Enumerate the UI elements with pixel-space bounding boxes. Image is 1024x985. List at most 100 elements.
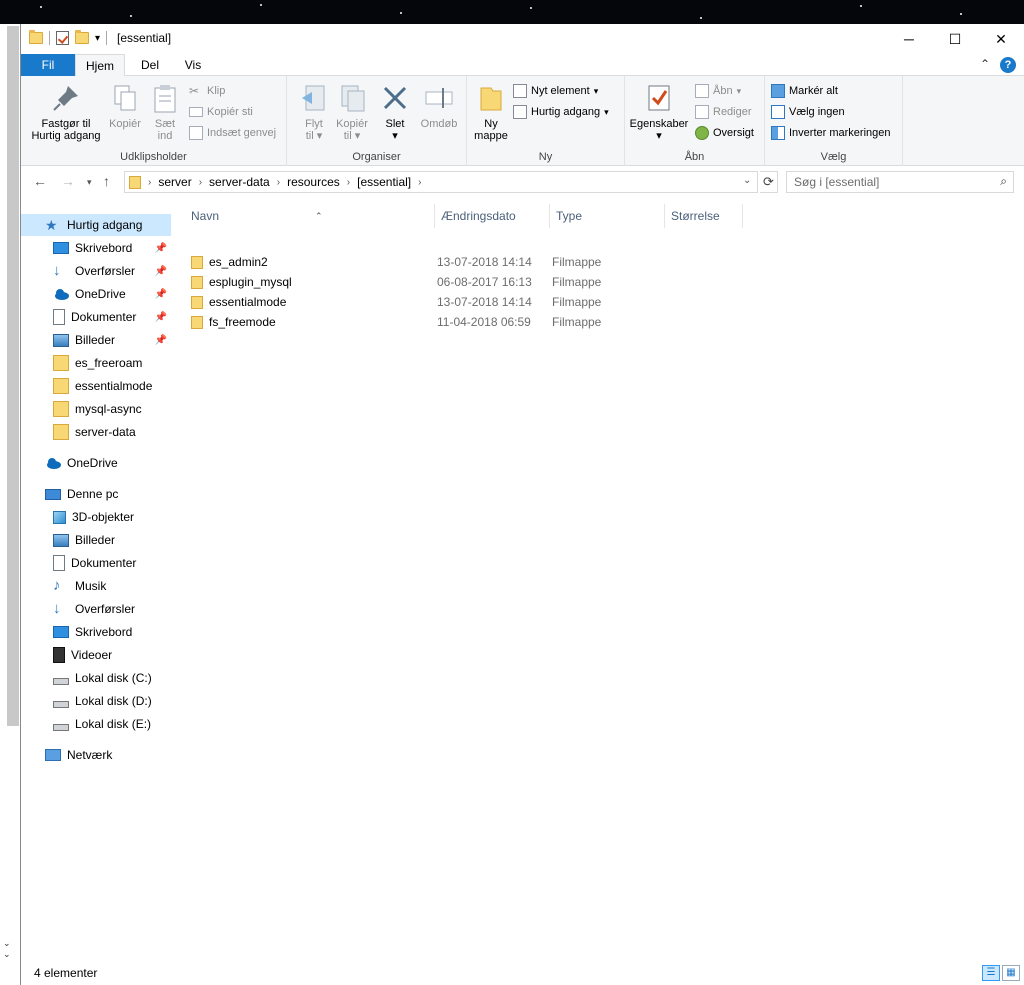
properties-button[interactable]: Egenskaber ▾: [627, 82, 691, 142]
search-icon: ⌕: [1000, 174, 1007, 188]
history-button[interactable]: Oversigt: [695, 124, 754, 142]
tab-vis[interactable]: Vis: [173, 54, 213, 76]
breadcrumb-item[interactable]: [essential]: [357, 175, 411, 189]
sidebar-item-billeder-quick[interactable]: Billeder 📌: [21, 329, 171, 351]
copy-to-button[interactable]: Kopiér til ▾: [333, 82, 371, 142]
tab-fil[interactable]: Fil: [21, 54, 75, 76]
sidebar-item-mysql-async[interactable]: mysql-async: [21, 398, 171, 420]
sidebar-item-overforsler-pc[interactable]: ↓ Overførsler: [21, 598, 171, 620]
details-view-icon[interactable]: ☰: [982, 965, 1000, 981]
sidebar-item-dokumenter[interactable]: Dokumenter: [21, 552, 171, 574]
breadcrumb-item[interactable]: server: [158, 175, 191, 189]
maximize-button[interactable]: ☐: [932, 24, 978, 54]
sidebar-item-onedrive-quick[interactable]: OneDrive 📌: [21, 283, 171, 305]
ribbon-tabs: Fil Hjem Del Vis ⌃ ?: [21, 54, 1024, 77]
background-window-marks: ⌄ ⌄: [3, 938, 11, 959]
pin-icon[interactable]: 📌: [155, 335, 167, 346]
refresh-button[interactable]: ⟳: [760, 171, 778, 193]
recent-locations-icon[interactable]: ▾: [87, 177, 92, 188]
pin-icon[interactable]: 📌: [155, 289, 167, 300]
table-row[interactable]: fs_freemode 11-04-2018 06:59 Filmappe: [191, 312, 751, 332]
sidebar-item-videoer[interactable]: Videoer: [21, 644, 171, 666]
sidebar-item-dokumenter-quick[interactable]: Dokumenter 📌: [21, 306, 171, 328]
large-icons-view-icon[interactable]: ▦: [1002, 965, 1020, 981]
sidebar-item-musik[interactable]: ♪ Musik: [21, 575, 171, 597]
sidebar-item-onedrive[interactable]: OneDrive: [21, 452, 171, 474]
sidebar-item-skrivebord-pc[interactable]: Skrivebord: [21, 621, 171, 643]
sidebar-item-lokal-disk-d[interactable]: Lokal disk (D:): [21, 690, 171, 712]
move-to-button[interactable]: Flyt til ▾: [295, 82, 333, 142]
new-folder-button[interactable]: Ny mappe: [471, 82, 511, 142]
address-bar[interactable]: › server › server-data › resources › [es…: [124, 171, 758, 193]
properties-icon[interactable]: [56, 31, 69, 45]
sidebar-item-skrivebord[interactable]: Skrivebord 📌: [21, 237, 171, 259]
up-arrow-icon[interactable]: ↑: [103, 173, 110, 189]
copy-path-button[interactable]: Kopiér sti: [189, 103, 253, 121]
table-row[interactable]: essentialmode 13-07-2018 14:14 Filmappe: [191, 292, 751, 312]
invert-selection-button[interactable]: Inverter markeringen: [771, 124, 891, 142]
new-folder-icon: [475, 82, 507, 114]
group-organiser: Flyt til ▾ Kopiér til ▾ Slet ▾ Omdøb Org…: [287, 76, 467, 166]
sidebar-item-billeder[interactable]: Billeder: [21, 529, 171, 551]
help-icon[interactable]: ?: [1000, 57, 1016, 73]
table-row[interactable]: es_admin2 13-07-2018 14:14 Filmappe: [191, 252, 751, 272]
pictures-icon: [53, 333, 69, 347]
column-header-name[interactable]: Navn ⌃: [185, 204, 435, 228]
pin-icon[interactable]: 📌: [155, 312, 167, 323]
breadcrumb-item[interactable]: resources: [287, 175, 340, 189]
select-none-button[interactable]: Vælg ingen: [771, 103, 845, 121]
search-input[interactable]: Søg i [essential] ⌕: [786, 171, 1014, 193]
pin-icon[interactable]: 📌: [155, 266, 167, 277]
new-item-icon: [513, 84, 527, 98]
new-folder-icon[interactable]: [75, 30, 89, 44]
group-label-ny: Ny: [538, 151, 553, 163]
sidebar-item-netvaerk[interactable]: Netværk: [21, 744, 171, 766]
close-button[interactable]: ✕: [978, 24, 1024, 54]
customize-toolbar-icon[interactable]: ▾: [95, 33, 100, 44]
sidebar-item-lokal-disk-c[interactable]: Lokal disk (C:): [21, 667, 171, 689]
column-header-type[interactable]: Type: [550, 204, 665, 228]
new-item-button[interactable]: Nyt element ▾: [513, 82, 598, 100]
sidebar-item-3d-objekter[interactable]: 3D-objekter: [21, 506, 171, 528]
window-title: [essential]: [117, 31, 172, 45]
forward-arrow-icon[interactable]: →: [61, 173, 75, 189]
table-row[interactable]: esplugin_mysql 06-08-2017 16:13 Filmappe: [191, 272, 751, 292]
pin-quick-access-button[interactable]: Fastgør til Hurtig adgang: [29, 82, 103, 142]
column-header-date[interactable]: Ændringsdato: [435, 204, 550, 228]
sidebar-item-denne-pc[interactable]: Denne pc: [21, 483, 171, 505]
group-vaelg: Markér alt Vælg ingen Inverter markering…: [765, 76, 903, 166]
folder-icon: [53, 424, 69, 440]
desktop-icon: [53, 626, 69, 638]
open-button[interactable]: Åbn ▾: [695, 82, 741, 100]
easy-access-button[interactable]: Hurtig adgang ▾: [513, 103, 609, 121]
paste-shortcut-button[interactable]: Indsæt genvej: [189, 124, 276, 142]
scissors-icon: ✂: [189, 84, 200, 98]
group-label-vaelg: Vælg: [820, 151, 847, 163]
column-header-size[interactable]: Størrelse: [665, 204, 743, 228]
status-bar: 4 elementer ☰ ▦: [21, 961, 1024, 985]
select-all-button[interactable]: Markér alt: [771, 82, 838, 100]
edit-button[interactable]: Rediger: [695, 103, 752, 121]
paste-button[interactable]: Sæt ind: [147, 82, 183, 142]
minimize-button[interactable]: ─: [886, 24, 932, 54]
rename-button[interactable]: Omdøb: [417, 82, 461, 130]
breadcrumb-item[interactable]: server-data: [209, 175, 270, 189]
address-dropdown-icon[interactable]: ⌄: [743, 175, 751, 186]
collapse-ribbon-icon[interactable]: ⌃: [980, 57, 990, 73]
tab-del[interactable]: Del: [131, 54, 169, 76]
drive-icon: [53, 677, 69, 685]
sidebar-item-overforsler[interactable]: ↓ Overførsler 📌: [21, 260, 171, 282]
copy-button[interactable]: Kopiér: [105, 82, 145, 130]
pin-icon[interactable]: 📌: [155, 243, 167, 254]
sidebar-item-hurtig-adgang[interactable]: ★ Hurtig adgang: [21, 214, 171, 236]
delete-button[interactable]: Slet ▾: [375, 82, 415, 142]
sidebar-item-lokal-disk-e[interactable]: Lokal disk (E:): [21, 713, 171, 735]
sidebar-item-es-freeroam[interactable]: es_freeroam: [21, 352, 171, 374]
document-icon: [53, 555, 65, 571]
sidebar-item-essentialmode[interactable]: essentialmode: [21, 375, 171, 397]
sidebar-item-server-data[interactable]: server-data: [21, 421, 171, 443]
cut-button[interactable]: ✂ Klip: [189, 82, 225, 100]
back-arrow-icon[interactable]: ←: [33, 173, 47, 189]
desktop-icon: [53, 242, 69, 254]
tab-hjem[interactable]: Hjem: [75, 54, 125, 77]
